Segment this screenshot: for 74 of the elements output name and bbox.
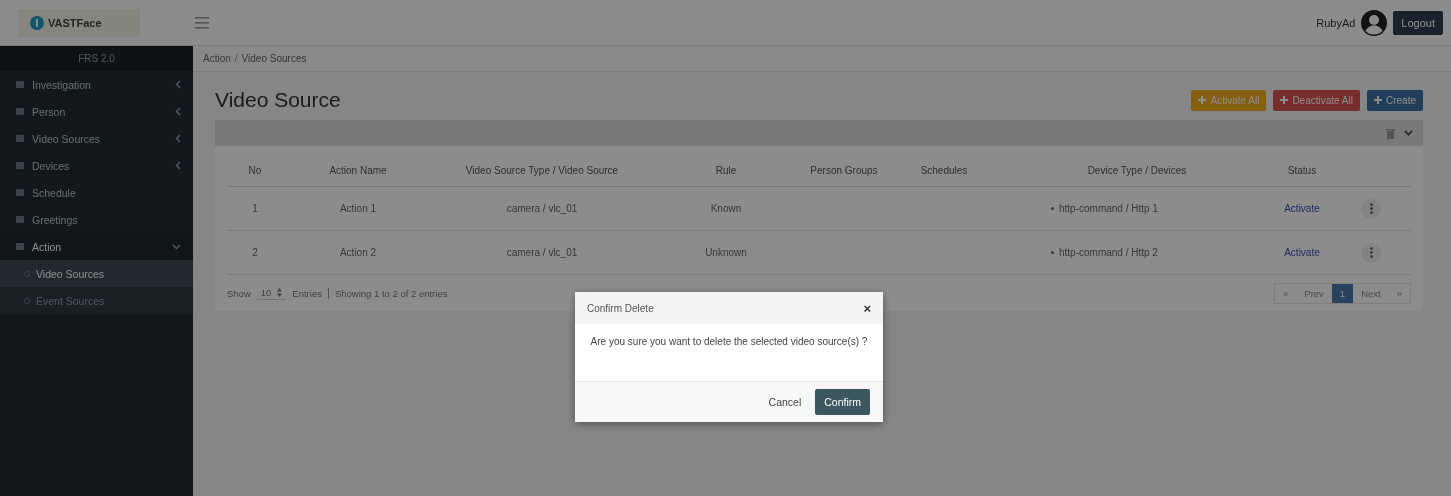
square-icon (16, 162, 24, 169)
chevron-left-icon (175, 161, 181, 170)
sidebar-subitem[interactable]: Event Sources (0, 287, 193, 314)
column-header: Rule (651, 154, 801, 187)
logo-icon (30, 15, 44, 30)
breadcrumb-separator: / (234, 53, 238, 64)
bullet-icon (1051, 251, 1054, 254)
bullet-icon (1051, 207, 1054, 210)
create-button[interactable]: Create (1367, 89, 1423, 111)
pagination-button[interactable]: 1 (1331, 283, 1354, 303)
table-cell: 2 (227, 231, 283, 275)
more-vertical-icon (1369, 203, 1373, 214)
close-button[interactable]: × (863, 300, 871, 316)
sidebar-item[interactable]: Greetings (0, 206, 193, 233)
table-cell: http-command / Http 1 (1059, 203, 1158, 214)
menu-icon[interactable] (195, 16, 209, 29)
sidebar-item[interactable]: Video Sources (0, 125, 193, 152)
more-vertical-icon (1369, 247, 1373, 258)
more-button[interactable] (1361, 242, 1381, 263)
cancel-button[interactable]: Cancel (762, 395, 808, 409)
status-link[interactable]: Activate (1284, 203, 1320, 214)
chevron-left-icon (175, 80, 181, 89)
breadcrumb-link[interactable]: Action (203, 53, 231, 64)
user-name: RubyAd (1316, 16, 1356, 29)
action-button[interactable]: Deactivate All (1273, 89, 1360, 111)
trash-icon[interactable] (1386, 127, 1395, 139)
sort-icon (277, 288, 283, 297)
column-header: No (227, 154, 283, 187)
sidebar-subitem[interactable]: Video Sources (0, 260, 193, 287)
square-icon (16, 81, 24, 88)
table-cell: Unknown (651, 231, 801, 275)
sidebar-item[interactable]: Person (0, 98, 193, 125)
status-link[interactable]: Activate (1284, 247, 1320, 258)
square-icon (16, 135, 24, 142)
square-icon (16, 108, 24, 115)
column-header: Schedules (887, 154, 1001, 187)
logout-button[interactable]: Logout (1393, 10, 1443, 35)
square-icon (16, 216, 24, 223)
column-header: Device Type / Devices (1001, 154, 1273, 187)
chevron-down-icon[interactable] (1404, 130, 1413, 136)
entries-label: Entries (292, 287, 322, 299)
logo-text: VASTFace (48, 16, 102, 29)
column-header: Video Source Type / Video Source (433, 154, 651, 187)
table-cell: Action 1 (283, 187, 433, 231)
table-cell: 1 (227, 187, 283, 231)
breadcrumb-current: Video Sources (241, 53, 307, 64)
app-version-title: FRS 2.0 (0, 46, 193, 71)
column-header: Person Groups (801, 154, 887, 187)
page-title: Video Source (215, 88, 342, 112)
plus-icon (1198, 96, 1207, 104)
dialog-title: Confirm Delete (587, 302, 654, 314)
plus-icon (1280, 96, 1289, 104)
table-cell: Action 2 (283, 231, 433, 275)
sidebar-item[interactable]: Devices (0, 152, 193, 179)
table-cell: http-command / Http 2 (1059, 247, 1158, 258)
plus-icon (1374, 96, 1382, 104)
entries-summary: Showing 1 to 2 of 2 entries (334, 287, 448, 299)
sidebar-item[interactable]: Investigation (0, 71, 193, 98)
table-cell: camera / vlc_01 (433, 187, 651, 231)
page-size-select[interactable]: 10 (256, 286, 287, 300)
square-icon (16, 189, 24, 196)
table-cell: camera / vlc_01 (433, 231, 651, 275)
sidebar-item[interactable]: Schedule (0, 179, 193, 206)
chevron-down-icon (172, 243, 181, 250)
column-header: Status (1273, 154, 1331, 187)
confirm-button[interactable]: Confirm (815, 389, 870, 415)
show-label: Show (227, 287, 251, 299)
column-header: Action Name (283, 154, 433, 187)
square-icon (16, 243, 24, 250)
chevron-left-icon (175, 107, 181, 116)
table-cell: Known (651, 187, 801, 231)
chevron-left-icon (175, 134, 181, 143)
avatar-icon[interactable] (1361, 9, 1388, 36)
more-button[interactable] (1361, 198, 1381, 219)
